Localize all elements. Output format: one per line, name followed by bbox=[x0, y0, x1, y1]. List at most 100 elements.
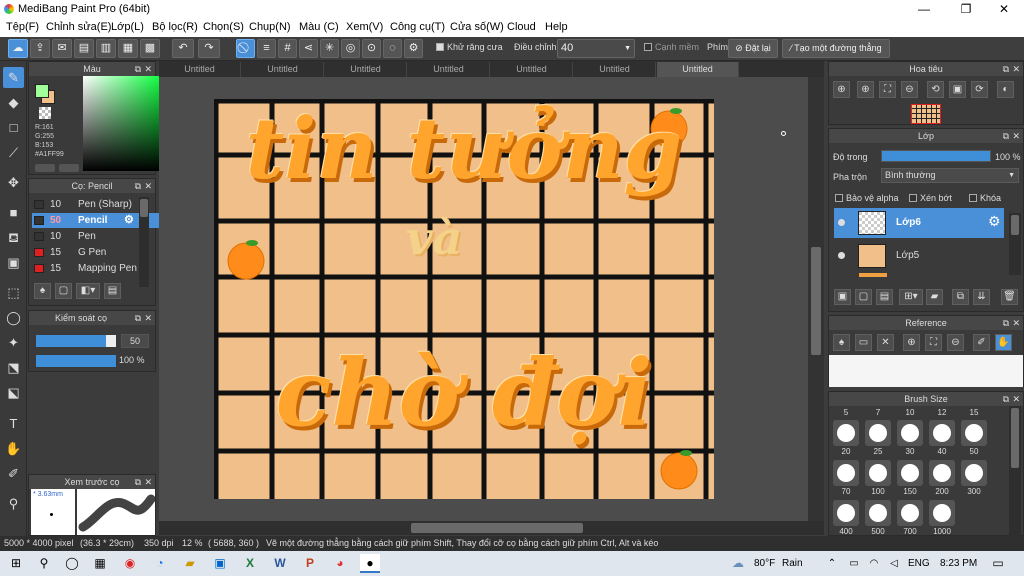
brush-menu-icon[interactable]: ◧▾ bbox=[76, 283, 100, 299]
soft-edge-checkbox[interactable]: Cạnh mềm bbox=[644, 42, 699, 52]
canvas-vertical-scrollbar[interactable] bbox=[808, 77, 824, 521]
brush-size-preset[interactable] bbox=[865, 460, 891, 486]
tab-untitled-2[interactable]: Untitled bbox=[242, 62, 324, 77]
lasso-tool-icon[interactable]: ◯ bbox=[3, 307, 24, 328]
reference-canvas[interactable] bbox=[829, 355, 1023, 387]
tab-untitled-1[interactable]: Untitled bbox=[159, 62, 241, 77]
tab-untitled-4[interactable]: Untitled bbox=[408, 62, 490, 77]
blend-mode-dropdown[interactable]: Bình thường ▼ bbox=[881, 168, 1019, 183]
brush-size-slider[interactable] bbox=[36, 335, 116, 347]
antialias-checkbox[interactable]: Khử răng cưa bbox=[436, 42, 503, 52]
undock-icon[interactable]: ⧉ bbox=[1003, 316, 1009, 330]
color-picker-button[interactable] bbox=[59, 164, 79, 172]
close-reference-icon[interactable]: ✕ bbox=[877, 334, 894, 351]
menu-tools[interactable]: Công cụ(T) bbox=[390, 21, 445, 33]
close-icon[interactable]: ✕ bbox=[1012, 129, 1020, 143]
store-icon[interactable]: ▣ bbox=[210, 554, 230, 573]
brush-size-preset[interactable] bbox=[929, 460, 955, 486]
tab-untitled-3[interactable]: Untitled bbox=[325, 62, 407, 77]
eyedropper-tool-icon[interactable]: ✐ bbox=[3, 463, 24, 484]
new-brush-icon[interactable]: ▢ bbox=[55, 283, 72, 299]
close-icon[interactable]: ✕ bbox=[1012, 392, 1020, 406]
brush-size-preset[interactable] bbox=[865, 500, 891, 526]
fill-rect-tool-icon[interactable]: ■ bbox=[3, 202, 24, 223]
tray-chevron-icon[interactable]: ⌃ bbox=[822, 554, 842, 573]
undock-icon[interactable]: ⧉ bbox=[135, 311, 141, 325]
brush-size-preset[interactable] bbox=[961, 460, 987, 486]
panel-icon[interactable]: ▥ bbox=[96, 39, 116, 58]
select-eraser-tool-icon[interactable]: ⬕ bbox=[3, 382, 24, 403]
file-explorer-icon[interactable]: ▰ bbox=[180, 554, 200, 573]
app-red-icon[interactable]: ◉ bbox=[120, 554, 140, 573]
add-layer-menu-icon[interactable]: ⊞▾ bbox=[899, 289, 923, 305]
foreground-color-swatch[interactable] bbox=[35, 84, 49, 98]
eye-icon[interactable] bbox=[838, 219, 845, 226]
zoom-out-icon[interactable]: ⊖ bbox=[947, 334, 964, 351]
close-icon[interactable]: ✕ bbox=[144, 179, 152, 193]
redo-icon[interactable]: ↷ bbox=[198, 39, 220, 58]
rotate-right-icon[interactable]: ⟳ bbox=[971, 81, 988, 98]
undo-icon[interactable]: ↶ bbox=[172, 39, 194, 58]
share-icon[interactable]: ⇪ bbox=[30, 39, 50, 58]
zoom-in-2-icon[interactable]: ⊕ bbox=[857, 81, 874, 98]
close-button[interactable]: ✕ bbox=[984, 0, 1024, 18]
menu-view[interactable]: Xem(V) bbox=[346, 21, 383, 33]
undock-icon[interactable]: ⧉ bbox=[1003, 129, 1009, 143]
menu-help[interactable]: Help bbox=[545, 21, 568, 33]
eraser-tool-icon[interactable]: ◆ bbox=[3, 92, 24, 113]
notifications-icon[interactable]: ▭ bbox=[988, 554, 1008, 573]
parallel-snap-icon[interactable]: ≡ bbox=[257, 39, 276, 58]
cross-snap-icon[interactable]: # bbox=[278, 39, 297, 58]
canvas-horizontal-scrollbar[interactable] bbox=[159, 521, 824, 535]
cloud-icon[interactable]: ☁ bbox=[8, 39, 28, 58]
navigator-thumbnail[interactable] bbox=[911, 104, 941, 124]
gear-icon[interactable]: ⚙ bbox=[124, 213, 134, 228]
search-icon[interactable]: ⚲ bbox=[34, 554, 54, 573]
menu-select[interactable]: Chọn(S) bbox=[203, 21, 244, 33]
powerpoint-icon[interactable]: P bbox=[300, 554, 320, 573]
tab-untitled-5[interactable]: Untitled bbox=[491, 62, 573, 77]
tab-untitled-7[interactable]: Untitled bbox=[657, 62, 739, 77]
drawing-canvas[interactable]: tin tưởng và chờ đợi bbox=[214, 99, 714, 499]
layer-opacity-slider[interactable] bbox=[881, 150, 991, 162]
transparent-swatch[interactable] bbox=[39, 107, 51, 119]
reference-add-icon[interactable]: ♠ bbox=[833, 334, 850, 351]
wifi-icon[interactable]: ◠ bbox=[864, 554, 884, 573]
magic-wand-tool-icon[interactable]: ✦ bbox=[3, 332, 24, 353]
duplicate-layer-icon[interactable]: ⧉ bbox=[952, 289, 969, 305]
edge-icon[interactable]: ◔ bbox=[150, 554, 170, 573]
brush-size-preset[interactable] bbox=[833, 500, 859, 526]
select-pen-tool-icon[interactable]: ⬔ bbox=[3, 357, 24, 378]
brush-size-preset[interactable] bbox=[897, 500, 923, 526]
close-icon[interactable]: ✕ bbox=[1012, 316, 1020, 330]
merge-layer-icon[interactable]: ⇊ bbox=[973, 289, 990, 305]
brush-size-preset[interactable] bbox=[929, 420, 955, 446]
menu-filter[interactable]: Bộ lọc(R) bbox=[152, 21, 198, 33]
task-view-icon[interactable]: ◯ bbox=[62, 554, 82, 573]
windows-start-icon[interactable]: ⊞ bbox=[6, 554, 26, 573]
add-brush-icon[interactable]: ♠ bbox=[34, 283, 51, 299]
text-tool-icon[interactable]: T bbox=[3, 413, 24, 434]
move-tool-icon[interactable]: ✥ bbox=[3, 172, 24, 193]
tab-untitled-6[interactable]: Untitled bbox=[574, 62, 656, 77]
maximize-button[interactable]: ❐ bbox=[946, 0, 986, 18]
brush-tool-icon[interactable]: ✎ bbox=[3, 67, 24, 88]
flip-icon[interactable]: ◐ bbox=[997, 81, 1014, 98]
saturation-value-picker[interactable] bbox=[83, 76, 165, 171]
fit-icon[interactable]: ⛶ bbox=[879, 81, 896, 98]
menu-edit[interactable]: Chỉnh sửa(E) bbox=[46, 21, 111, 33]
new-layer-icon[interactable]: ▣ bbox=[834, 289, 851, 305]
gradient-tool-icon[interactable]: ▣ bbox=[3, 252, 24, 273]
volume-icon[interactable]: ◁ bbox=[884, 554, 904, 573]
ellipse-snap-icon[interactable]: ◌ bbox=[383, 39, 402, 58]
menu-file[interactable]: Tệp(F) bbox=[6, 21, 39, 33]
brush-opacity-slider[interactable] bbox=[36, 355, 116, 367]
lock-checkbox[interactable]: Khóa bbox=[969, 193, 1001, 203]
close-icon[interactable]: ✕ bbox=[144, 311, 152, 325]
reset-button[interactable]: ⊘ Đặt lại bbox=[728, 39, 778, 58]
menu-color[interactable]: Màu (C) bbox=[299, 21, 339, 33]
zoom-out-icon[interactable]: ⊖ bbox=[901, 81, 918, 98]
layout-icon[interactable]: ▦ bbox=[118, 39, 138, 58]
brush-size-scrollbar[interactable] bbox=[1009, 406, 1021, 536]
folder-icon[interactable]: ▰ bbox=[926, 289, 943, 305]
